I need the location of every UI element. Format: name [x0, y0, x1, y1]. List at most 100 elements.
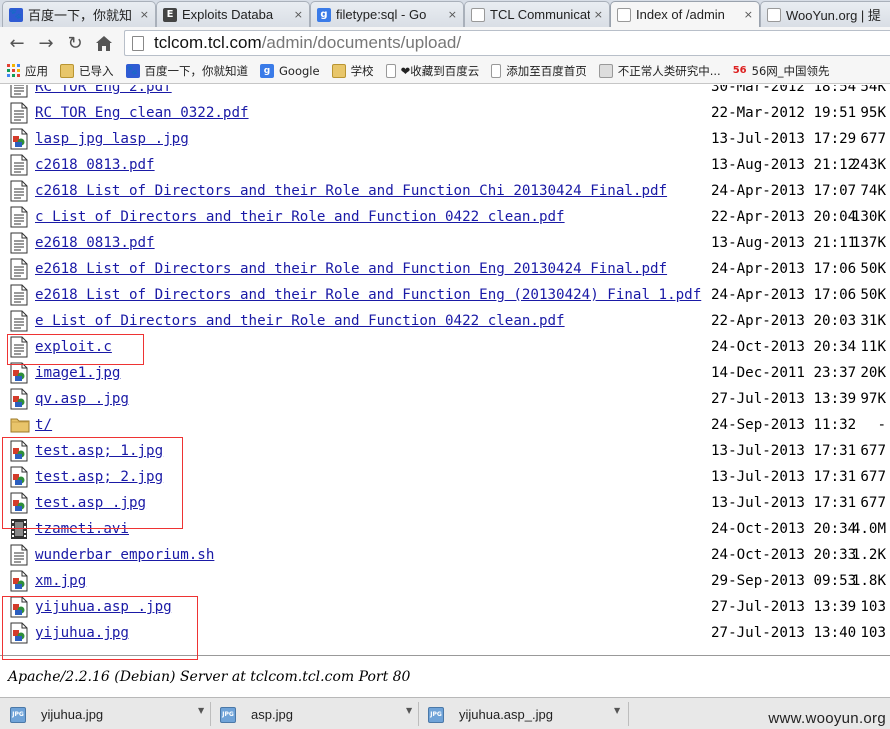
- baidu-paw-icon: 🐾: [125, 63, 140, 78]
- file-link[interactable]: image1.jpg: [35, 365, 120, 381]
- file-link[interactable]: yijuhua.asp .jpg: [35, 599, 172, 615]
- listing-row: qv.asp .jpg 27-Jul-2013 13:39 97K: [0, 386, 890, 412]
- file-link[interactable]: e2618 0813.pdf: [35, 235, 155, 251]
- home-icon[interactable]: [93, 32, 115, 54]
- file-size: 677: [860, 469, 886, 485]
- file-size: 20K: [860, 365, 886, 381]
- tab-baidu[interactable]: 🐾 百度一下，你就知 ×: [2, 1, 156, 27]
- directory-listing: RC TOR Eng 2.pdf 30-Mar-2012 18:54 54K RC T…: [0, 85, 890, 646]
- file-date: 13-Aug-2013 21:12: [711, 157, 857, 173]
- back-arrow-icon[interactable]: ←: [6, 32, 28, 54]
- image-file-icon: [10, 362, 30, 384]
- page-content: RC TOR Eng 2.pdf 30-Mar-2012 18:54 54K RC T…: [0, 85, 890, 690]
- tab-google-search[interactable]: g filetype:sql - Go ×: [310, 1, 464, 27]
- listing-row: exploit.c 24-Oct-2013 20:34 11K: [0, 334, 890, 360]
- listing-row: e List of Directors and their Role and F…: [0, 308, 890, 334]
- file-date: 29-Sep-2013 09:53: [711, 573, 857, 589]
- bookmark-label: 已导入: [79, 63, 114, 78]
- file-link[interactable]: test.asp .jpg: [35, 495, 146, 511]
- listing-row: RC TOR Eng 2.pdf 30-Mar-2012 18:54 54K: [0, 85, 890, 100]
- file-link[interactable]: c2618 0813.pdf: [35, 157, 155, 173]
- reload-icon[interactable]: ↻: [64, 32, 86, 54]
- download-filename: yijuhua.jpg: [41, 707, 104, 722]
- address-bar[interactable]: tclcom.tcl.com/admin/documents/upload/: [124, 30, 890, 56]
- file-link[interactable]: c2618 List of Directors and their Role a…: [35, 183, 667, 199]
- file-link[interactable]: t/: [35, 417, 52, 433]
- download-item[interactable]: JPG yijuhua.jpg: [0, 701, 206, 728]
- divider: [0, 655, 890, 656]
- tab-index-of-admin[interactable]: Index of /admin ×: [610, 1, 760, 27]
- file-size: 1.2K: [851, 547, 886, 563]
- close-tab-icon[interactable]: ×: [744, 8, 753, 21]
- file-date: 22-Apr-2013 20:04: [711, 209, 857, 225]
- browser-toolbar: ← → ↻ tclcom.tcl.com/admin/documents/upl…: [0, 27, 890, 58]
- bookmark-baidu-cloud[interactable]: ❤收藏到百度云: [385, 63, 479, 79]
- folder-icon: [10, 414, 30, 436]
- page-icon: [132, 35, 144, 51]
- bookmarks-bar: 应用 已导入 🐾 百度一下，你就知道 g Google 学校 ❤收藏到百度云 添…: [0, 58, 890, 84]
- document-icon: [10, 258, 30, 280]
- file-date: 24-Apr-2013 17:06: [711, 261, 857, 277]
- file-link[interactable]: RC TOR Eng 2.pdf: [35, 85, 172, 95]
- tab-title: WooYun.org | 提: [786, 8, 881, 23]
- chevron-down-icon[interactable]: ▼: [198, 706, 208, 716]
- file-link[interactable]: test.asp; 1.jpg: [35, 443, 163, 459]
- bookmark-label: 不正常人类研究中...: [617, 63, 721, 78]
- file-size: 243K: [851, 157, 886, 173]
- file-link[interactable]: exploit.c: [35, 339, 112, 355]
- file-link[interactable]: tzameti.avi: [35, 521, 129, 537]
- watermark: www.wooyun.org: [768, 710, 886, 727]
- bookmark-baidu-home[interactable]: 添加至百度首页: [491, 63, 587, 79]
- bookmark-56[interactable]: 56 56网_中国领先: [733, 63, 830, 79]
- image-file-icon: [10, 388, 30, 410]
- file-link[interactable]: lasp jpg lasp .jpg: [35, 131, 189, 147]
- listing-row: RC TOR Eng clean 0322.pdf 22-Mar-2012 19:…: [0, 100, 890, 126]
- bookmark-apps[interactable]: 应用: [6, 63, 48, 79]
- file-date: 13-Jul-2013 17:31: [711, 495, 857, 511]
- file-date: 22-Mar-2012 19:51: [711, 105, 857, 121]
- tab-exploits-db[interactable]: E Exploits Databa ×: [156, 1, 310, 27]
- file-link[interactable]: test.asp; 2.jpg: [35, 469, 163, 485]
- document-icon: [10, 284, 30, 306]
- listing-row: image1.jpg 14-Dec-2011 23:37 20K: [0, 360, 890, 386]
- close-tab-icon[interactable]: ×: [294, 8, 303, 21]
- file-link[interactable]: e2618 List of Directors and their Role a…: [35, 287, 701, 303]
- tab-wooyun[interactable]: WooYun.org | 提: [760, 1, 890, 27]
- google-icon: g: [317, 7, 331, 22]
- file-link[interactable]: e2618 List of Directors and their Role a…: [35, 261, 667, 277]
- file-link[interactable]: RC TOR Eng clean 0322.pdf: [35, 105, 249, 121]
- bookmark-folder-school[interactable]: 学校: [331, 63, 374, 79]
- close-tab-icon[interactable]: ×: [594, 8, 603, 21]
- file-date: 24-Oct-2013 20:34: [711, 521, 857, 537]
- text-file-icon: [10, 544, 30, 566]
- file-link[interactable]: qv.asp .jpg: [35, 391, 129, 407]
- file-link[interactable]: yijuhua.jpg: [35, 625, 129, 641]
- file-link[interactable]: wunderbar emporium.sh: [35, 547, 214, 563]
- download-item[interactable]: JPG asp.jpg: [210, 701, 414, 728]
- bookmark-abnormal-research[interactable]: 不正常人类研究中...: [598, 63, 721, 79]
- apps-grid-icon: [6, 64, 20, 78]
- document-icon: [10, 206, 30, 228]
- file-size: 50K: [860, 287, 886, 303]
- image-file-icon: [10, 128, 30, 150]
- file-link[interactable]: e List of Directors and their Role and F…: [35, 313, 565, 329]
- file-link[interactable]: c List of Directors and their Role and F…: [35, 209, 565, 225]
- tab-tcl[interactable]: TCL Communicat ×: [464, 1, 610, 27]
- bookmark-google[interactable]: g Google: [260, 63, 320, 78]
- download-item[interactable]: JPG yijuhua.asp_.jpg: [418, 701, 628, 728]
- file-size: 677: [860, 443, 886, 459]
- url-text: tclcom.tcl.com/admin/documents/upload/: [154, 33, 461, 53]
- chevron-down-icon[interactable]: ▼: [614, 706, 624, 716]
- close-tab-icon[interactable]: ×: [448, 8, 457, 21]
- forward-arrow-icon[interactable]: →: [35, 32, 57, 54]
- file-size: 130K: [851, 209, 886, 225]
- tab-title: filetype:sql - Go: [336, 7, 427, 22]
- bookmark-label: 学校: [350, 63, 374, 78]
- file-link[interactable]: xm.jpg: [35, 573, 86, 589]
- bookmark-folder-imported[interactable]: 已导入: [60, 63, 114, 79]
- close-tab-icon[interactable]: ×: [140, 8, 149, 21]
- chevron-down-icon[interactable]: ▼: [406, 706, 416, 716]
- file-size: 103: [860, 625, 886, 641]
- jpg-file-icon: JPG: [220, 706, 236, 723]
- bookmark-baidu[interactable]: 🐾 百度一下，你就知道: [125, 63, 248, 79]
